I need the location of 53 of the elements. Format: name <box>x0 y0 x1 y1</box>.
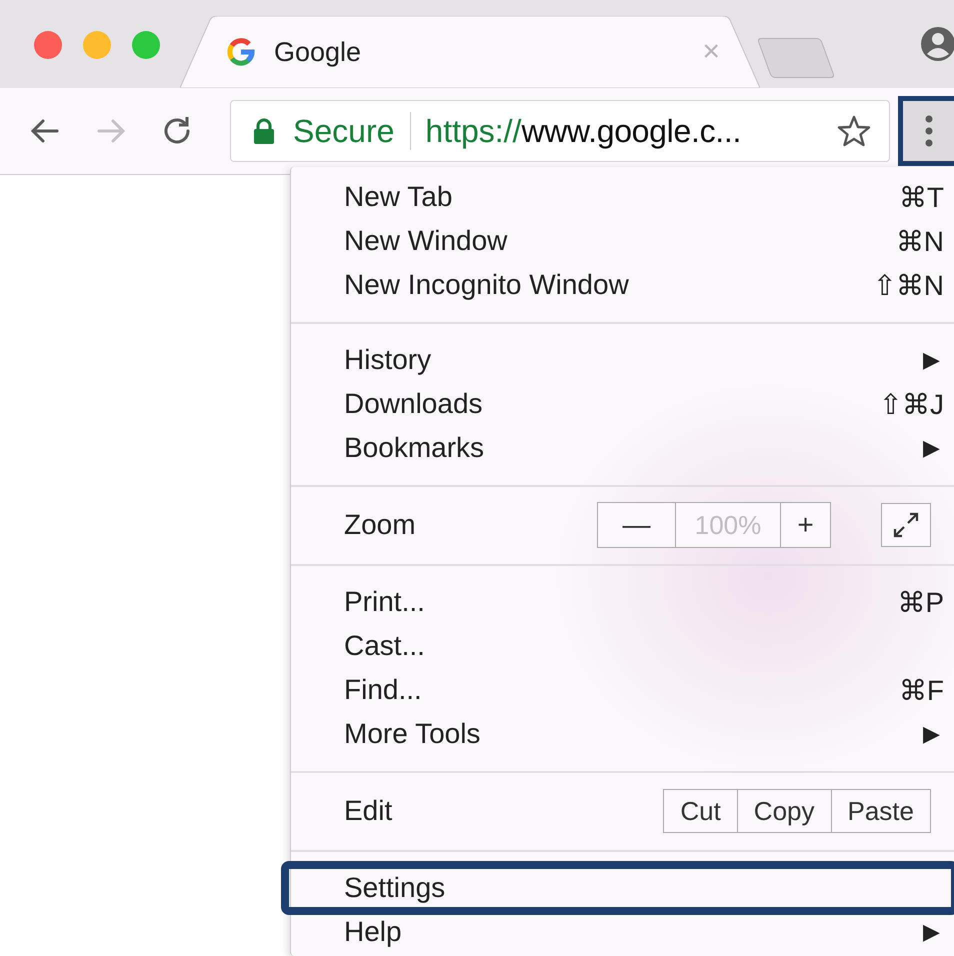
menu-item-label: Zoom <box>344 509 416 541</box>
shortcut-label: ⇧⌘N <box>872 268 944 302</box>
url-scheme: https:// <box>425 112 522 150</box>
menu-item[interactable]: Bookmarks ▶ <box>291 426 954 470</box>
address-bar[interactable]: Secure https://www.google.c... <box>230 100 890 162</box>
menu-item-label: Print... <box>344 586 425 618</box>
submenu-arrow: ▶ <box>923 919 941 945</box>
zoom-level: 100% <box>694 508 762 542</box>
menu-item-label: Bookmarks <box>344 432 484 464</box>
menu-item-label: Cast... <box>344 630 425 662</box>
menu-button[interactable] <box>898 96 954 166</box>
profile-icon[interactable] <box>920 26 954 62</box>
fullscreen-icon <box>891 510 921 540</box>
menu-item-label: New Incognito Window <box>344 269 629 301</box>
g-logo-icon <box>226 37 256 67</box>
menu-item-label: Settings <box>344 872 446 904</box>
menu-item-label: Downloads <box>344 388 483 420</box>
submenu-arrow: ▶ <box>923 435 941 461</box>
menu-item[interactable]: Print... ⌘P <box>291 580 954 624</box>
menu-item-label: Help <box>344 916 402 948</box>
submenu-arrow: ▶ <box>923 347 941 373</box>
security-label: Secure <box>293 112 394 150</box>
star-icon[interactable] <box>837 114 871 148</box>
menu-item[interactable]: More Tools ▶ <box>291 712 954 756</box>
menu-item[interactable]: Help ▶ <box>291 910 954 954</box>
menu-item-label: Find... <box>344 674 422 706</box>
lock-icon <box>253 118 275 144</box>
fullscreen-button[interactable] <box>881 503 931 547</box>
menu-item-label: More Tools <box>344 718 480 750</box>
menu-item[interactable]: Cast... <box>291 624 954 668</box>
submenu-arrow: ▶ <box>923 721 941 747</box>
menu-item[interactable]: Find... ⌘F <box>291 668 954 712</box>
menu-item-label: New Tab <box>344 181 452 213</box>
zoom-out-button[interactable]: — <box>598 503 676 547</box>
shortcut-label: ⌘N <box>896 224 944 258</box>
more-icon <box>924 115 932 147</box>
menu-item-label: Edit <box>344 795 392 827</box>
shortcut-label: ⌘T <box>898 180 944 214</box>
menu-item-label: New Window <box>344 225 508 257</box>
shortcut-label: ⌘P <box>897 586 944 618</box>
menu-item[interactable]: History ▶ <box>291 338 954 382</box>
zoom-in-button[interactable]: + <box>780 503 830 547</box>
menu-item-label: History <box>344 344 432 376</box>
menu-item[interactable]: New Window ⌘N <box>291 219 954 263</box>
shortcut-label: ⇧⌘J <box>879 388 944 420</box>
shortcut-label: ⌘F <box>898 674 944 706</box>
menu-item[interactable]: New Tab ⌘T <box>291 175 954 219</box>
menu-item[interactable]: Settings <box>286 866 954 910</box>
menu-item[interactable]: New Incognito Window ⇧⌘N <box>291 263 954 307</box>
menu-item[interactable]: Downloads ⇧⌘J <box>291 382 954 426</box>
tab-title: Google <box>274 36 362 68</box>
browser-tab[interactable]: Google × <box>180 16 760 88</box>
url-host: www.google.c... <box>521 112 742 150</box>
